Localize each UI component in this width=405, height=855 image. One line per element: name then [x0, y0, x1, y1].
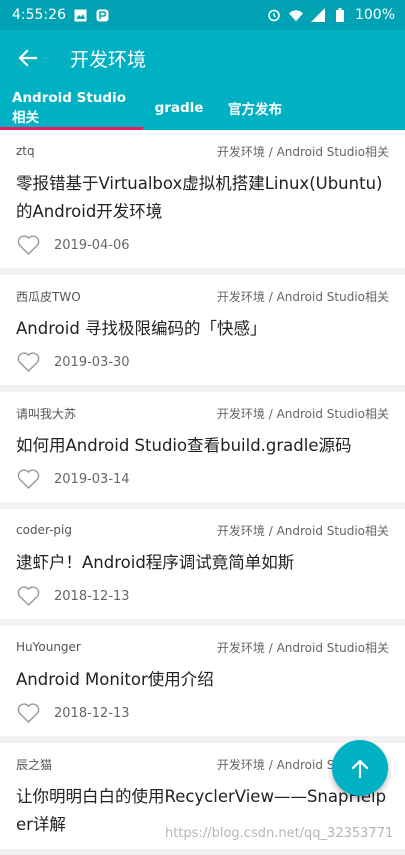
tab-official-release[interactable]: 官方发布 [215, 86, 295, 130]
article-title: 如何用Android Studio查看build.gradle源码 [16, 436, 352, 455]
list-item[interactable]: ztq 开发环境 / Android Studio相关 零报错基于Virtual… [0, 130, 405, 268]
list-item[interactable]: coder-pig 开发环境 / Android Studio相关 逮虾户！An… [0, 509, 405, 619]
category-label: 开发环境 / Android Studio相关 [216, 523, 389, 538]
author-name: 请叫我大苏 [16, 406, 77, 421]
article-title: 逮虾户！Android程序调试竟简单如斯 [16, 553, 295, 572]
article-date: 2019-03-30 [54, 354, 130, 370]
heart-outline-icon[interactable] [16, 351, 40, 373]
heart-outline-icon[interactable] [16, 234, 40, 256]
author-name: coder-pig [16, 523, 73, 537]
arrow-up-icon [349, 757, 371, 779]
category-label: 开发环境 / Android Studio相关 [216, 640, 389, 655]
page-title: 开发环境 [70, 48, 147, 71]
tab-gradle[interactable]: gradle [143, 86, 215, 130]
app-bar: 开发环境 [0, 30, 405, 86]
battery-level: 100% [354, 7, 395, 23]
heart-outline-icon[interactable] [16, 585, 40, 607]
alarm-icon [267, 8, 281, 22]
scroll-to-top-button[interactable] [332, 740, 388, 796]
arrow-left-icon[interactable] [16, 46, 40, 70]
heart-outline-icon[interactable] [16, 702, 40, 724]
article-date: 2019-04-06 [54, 237, 130, 253]
category-label: 开发环境 / Android Studio相关 [216, 289, 389, 304]
article-title: Android 寻找极限编码的「快感」 [16, 319, 267, 338]
author-name: HuYounger [16, 640, 81, 654]
article-title: 零报错基于Virtualbox虚拟机搭建Linux(Ubuntu)的Androi… [16, 174, 383, 221]
list-item[interactable]: 请叫我大苏 开发环境 / Android Studio相关 如何用Android… [0, 392, 405, 502]
category-label: 开发环境 / Android Studio相关 [216, 406, 389, 421]
article-title: Android Monitor使用介绍 [16, 670, 214, 689]
p-notification-icon [96, 8, 110, 22]
image-notification-icon [74, 8, 88, 22]
article-date: 2018-12-13 [54, 705, 130, 721]
author-name: 西瓜皮TWO [16, 289, 81, 304]
list-item[interactable]: 西瓜皮TWO 开发环境 / Android Studio相关 Android 寻… [0, 275, 405, 385]
battery-icon [333, 8, 347, 22]
status-bar: 4:55:26 100% [0, 0, 405, 30]
wifi-icon [288, 8, 303, 22]
category-label: 开发环境 / Android Studio相关 [216, 144, 389, 159]
list-item[interactable]: HuYounger 开发环境 / Android Studio相关 Androi… [0, 626, 405, 736]
heart-outline-icon[interactable] [16, 468, 40, 490]
article-date: 2018-12-13 [54, 588, 130, 604]
tab-bar: Android Studio相关 gradle 官方发布 [0, 86, 405, 130]
tab-android-studio[interactable]: Android Studio相关 [0, 86, 143, 130]
author-name: ztq [16, 144, 35, 158]
signal-icon [310, 8, 325, 22]
watermark: https://blog.csdn.net/qq_32353771 [165, 826, 394, 841]
author-name: 辰之猫 [16, 757, 53, 772]
status-time: 4:55:26 [12, 7, 66, 23]
article-date: 2019-03-14 [54, 471, 130, 487]
